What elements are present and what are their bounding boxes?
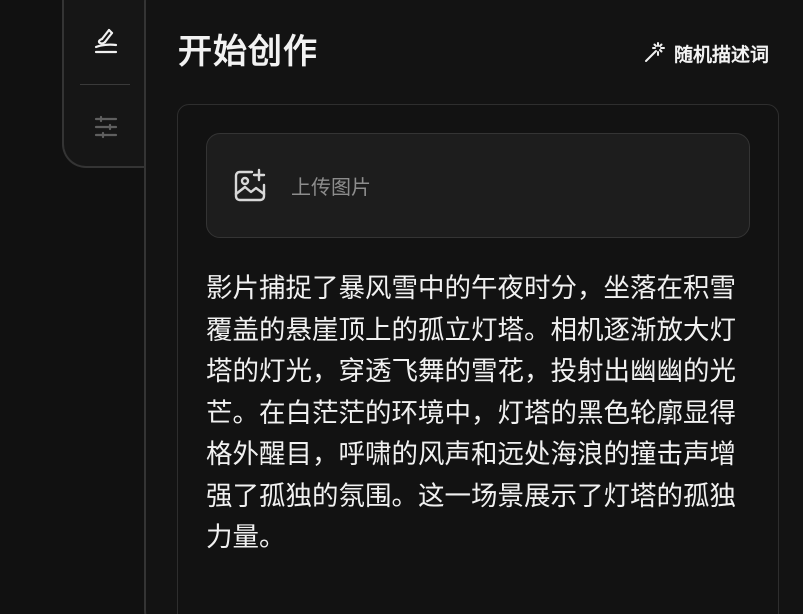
upload-image-label: 上传图片 bbox=[291, 175, 371, 199]
image-plus-icon bbox=[231, 167, 269, 205]
prompt-text[interactable]: 影片捕捉了暴风雪中的午夜时分，坐落在积雪覆盖的悬崖顶上的孤立灯塔。相机逐渐放大灯… bbox=[206, 268, 751, 559]
random-description-button[interactable]: 随机描述词 bbox=[642, 38, 769, 68]
sidebar-item-create[interactable] bbox=[64, 12, 148, 72]
app-window: 开始创作 随机描述词 上传图片 影片捕捉了暴风雪中的午夜时分，坐落在积雪覆盖的悬… bbox=[0, 0, 803, 614]
sidebar-item-settings[interactable] bbox=[64, 97, 148, 157]
page-title: 开始创作 bbox=[178, 32, 318, 72]
sliders-icon bbox=[94, 115, 118, 139]
brush-icon bbox=[94, 28, 118, 54]
sidebar-divider bbox=[80, 84, 130, 85]
upload-image-button[interactable]: 上传图片 bbox=[206, 133, 750, 238]
random-description-label: 随机描述词 bbox=[674, 43, 770, 66]
magic-wand-icon bbox=[645, 42, 665, 62]
sidebar-rail bbox=[62, 0, 148, 168]
